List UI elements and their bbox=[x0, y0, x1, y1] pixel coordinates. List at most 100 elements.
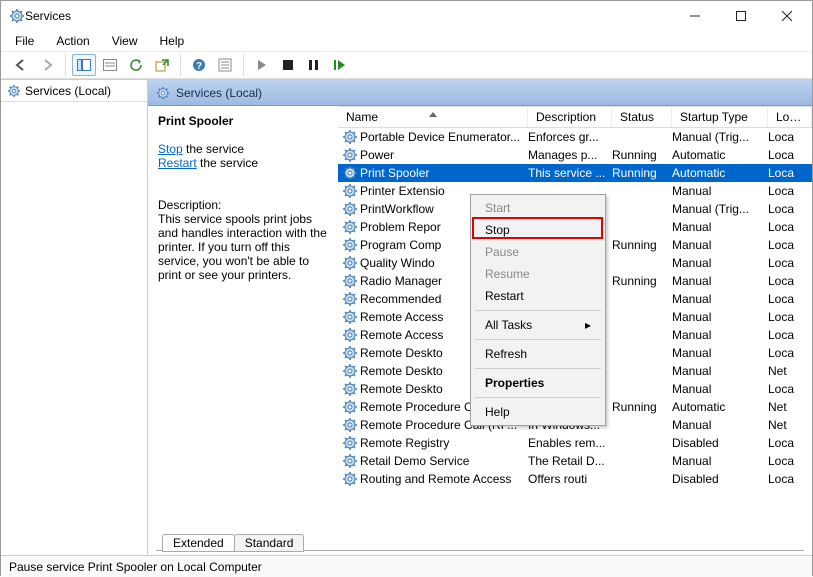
stop-link[interactable]: Stop bbox=[158, 142, 183, 156]
cell-name: Remote Registry bbox=[360, 436, 528, 450]
app-icon bbox=[9, 8, 25, 24]
cell-startup: Manual bbox=[672, 184, 768, 198]
svg-text:?: ? bbox=[196, 61, 202, 72]
selected-service-name: Print Spooler bbox=[158, 114, 328, 128]
close-button[interactable] bbox=[764, 1, 810, 31]
cell-logon: Loca bbox=[768, 472, 798, 486]
stop-service-button[interactable] bbox=[276, 54, 300, 76]
cell-name: Retail Demo Service bbox=[360, 454, 528, 468]
menu-help[interactable]: Help bbox=[156, 32, 189, 50]
cell-logon: Loca bbox=[768, 202, 798, 216]
description-label: Description: bbox=[158, 198, 328, 212]
window-title: Services bbox=[25, 9, 71, 23]
service-icon bbox=[342, 255, 358, 271]
service-row[interactable]: PowerManages p...RunningAutomaticLoca bbox=[338, 146, 812, 164]
cell-logon: Loca bbox=[768, 382, 798, 396]
cell-startup: Manual bbox=[672, 328, 768, 342]
help-button[interactable]: ? bbox=[187, 54, 211, 76]
menu-view[interactable]: View bbox=[108, 32, 142, 50]
cell-desc: Enforces gr... bbox=[528, 130, 612, 144]
cell-logon: Loca bbox=[768, 274, 798, 288]
service-icon bbox=[342, 129, 358, 145]
col-logon[interactable]: Log bbox=[768, 107, 812, 127]
tab-standard[interactable]: Standard bbox=[234, 534, 305, 552]
services-icon bbox=[156, 86, 170, 100]
service-row[interactable]: Remote RegistryEnables rem... DisabledLoc… bbox=[338, 434, 812, 452]
cell-startup: Manual bbox=[672, 418, 768, 432]
forward-button[interactable] bbox=[35, 54, 59, 76]
pane-header: Services (Local) bbox=[148, 80, 812, 106]
service-icon bbox=[342, 147, 358, 163]
service-icon bbox=[342, 363, 358, 379]
cm-help[interactable]: Help bbox=[473, 401, 603, 423]
cell-startup: Manual bbox=[672, 256, 768, 270]
col-startup[interactable]: Startup Type bbox=[672, 107, 768, 127]
menu-file[interactable]: File bbox=[11, 32, 38, 50]
pause-service-button[interactable] bbox=[302, 54, 326, 76]
service-icon bbox=[342, 327, 358, 343]
col-status[interactable]: Status bbox=[612, 107, 672, 127]
cell-startup: Disabled bbox=[672, 436, 768, 450]
description-text: This service spools print jobs and handl… bbox=[158, 212, 328, 282]
cell-startup: Manual bbox=[672, 238, 768, 252]
service-icon bbox=[342, 471, 358, 487]
service-icon bbox=[342, 237, 358, 253]
service-row[interactable]: Portable Device Enumerator...Enforces gr… bbox=[338, 128, 812, 146]
restart-link[interactable]: Restart bbox=[158, 156, 197, 170]
cell-desc: Enables rem... bbox=[528, 436, 612, 450]
tree-root-label: Services (Local) bbox=[25, 84, 111, 98]
cell-startup: Manual bbox=[672, 382, 768, 396]
service-icon bbox=[342, 345, 358, 361]
cell-name: Routing and Remote Access bbox=[360, 472, 528, 486]
cell-startup: Manual bbox=[672, 274, 768, 288]
service-icon bbox=[342, 273, 358, 289]
list-header: Name Description Status Startup Type Log bbox=[338, 106, 812, 128]
export-button[interactable] bbox=[150, 54, 174, 76]
cell-name: Power bbox=[360, 148, 528, 162]
detail-button[interactable] bbox=[98, 54, 122, 76]
cm-all-tasks[interactable]: All Tasks▸ bbox=[473, 314, 603, 336]
maximize-button[interactable] bbox=[718, 1, 764, 31]
service-icon bbox=[342, 399, 358, 415]
cm-resume: Resume bbox=[473, 263, 603, 285]
service-row[interactable]: Retail Demo ServiceThe Retail D...Manual… bbox=[338, 452, 812, 470]
cm-refresh[interactable]: Refresh bbox=[473, 343, 603, 365]
cm-stop[interactable]: Stop bbox=[473, 219, 603, 241]
start-service-button[interactable] bbox=[250, 54, 274, 76]
cell-startup: Manual bbox=[672, 454, 768, 468]
cell-name: Print Spooler bbox=[360, 166, 528, 180]
back-button[interactable] bbox=[9, 54, 33, 76]
cell-startup: Manual (Trig... bbox=[672, 130, 768, 144]
tab-extended[interactable]: Extended bbox=[162, 534, 235, 552]
restart-service-button[interactable] bbox=[328, 54, 352, 76]
col-description[interactable]: Description bbox=[528, 107, 612, 127]
console-tree-button[interactable] bbox=[72, 54, 96, 76]
cell-status: Running bbox=[612, 166, 672, 180]
service-icon bbox=[342, 165, 358, 181]
cell-name: Portable Device Enumerator... bbox=[360, 130, 528, 144]
cell-logon: Net bbox=[768, 364, 798, 378]
cell-startup: Manual bbox=[672, 364, 768, 378]
cell-startup: Automatic bbox=[672, 148, 768, 162]
cell-logon: Loca bbox=[768, 292, 798, 306]
cm-properties[interactable]: Properties bbox=[473, 372, 603, 394]
cm-pause: Pause bbox=[473, 241, 603, 263]
cell-logon: Loca bbox=[768, 346, 798, 360]
service-row[interactable]: Print SpoolerThis service ...RunningAuto… bbox=[338, 164, 812, 182]
menu-action[interactable]: Action bbox=[52, 32, 93, 50]
cell-startup: Manual bbox=[672, 346, 768, 360]
minimize-button[interactable] bbox=[672, 1, 718, 31]
context-menu: Start Stop Pause Resume Restart All Task… bbox=[470, 194, 606, 426]
service-row[interactable]: Routing and Remote AccessOffers routiDis… bbox=[338, 470, 812, 488]
content-area: Services (Local) Services (Local) Print … bbox=[1, 79, 812, 555]
properties-button[interactable] bbox=[213, 54, 237, 76]
col-name[interactable]: Name bbox=[338, 107, 528, 127]
refresh-button[interactable] bbox=[124, 54, 148, 76]
cm-restart[interactable]: Restart bbox=[473, 285, 603, 307]
cell-status: Running bbox=[612, 148, 672, 162]
cell-startup: Manual bbox=[672, 220, 768, 234]
cell-logon: Loca bbox=[768, 454, 798, 468]
tree-root[interactable]: Services (Local) bbox=[1, 80, 147, 102]
cell-logon: Loca bbox=[768, 436, 798, 450]
service-icon bbox=[342, 291, 358, 307]
